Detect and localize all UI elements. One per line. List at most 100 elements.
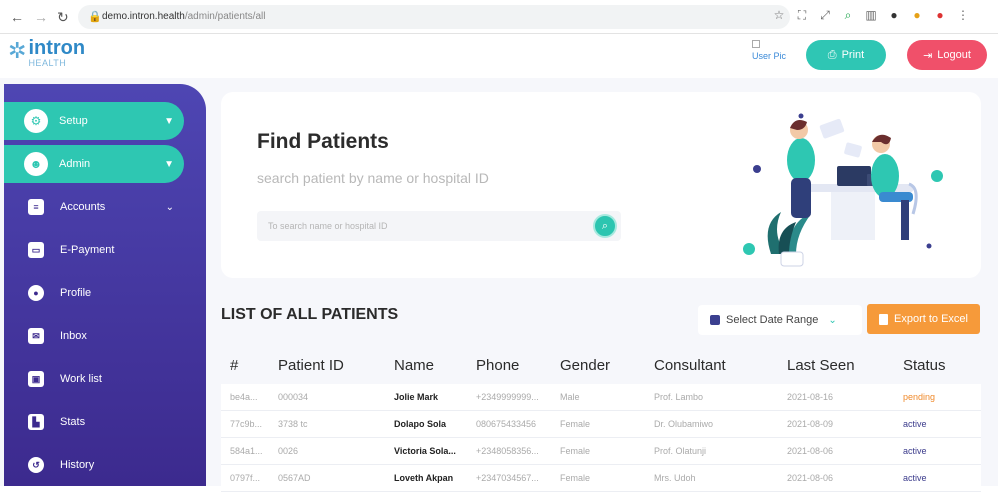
table-row[interactable]: 0797f... 0567AD Loveth Akpan +2347034567… bbox=[221, 465, 981, 492]
sidebar-item-accounts[interactable]: ≡ Accounts ⌄ bbox=[4, 188, 184, 226]
forward-icon[interactable]: → bbox=[34, 9, 48, 25]
column-header[interactable]: Phone bbox=[467, 357, 551, 374]
bookmark-star-icon[interactable]: ☆ bbox=[772, 8, 786, 23]
url-host: demo.intron.health bbox=[102, 11, 185, 22]
chevron-down-icon: ⌄ bbox=[165, 201, 174, 213]
search-button[interactable]: ⌕ bbox=[593, 214, 617, 238]
sidebar-item-label: E-Payment bbox=[60, 244, 115, 256]
menu-kebab-icon[interactable]: ⋮ bbox=[956, 8, 970, 23]
history-icon: ↺ bbox=[28, 457, 44, 473]
sidebar-item-label: Accounts bbox=[60, 201, 106, 213]
cell-name: Jolie Mark bbox=[394, 392, 439, 402]
column-header[interactable]: Name bbox=[385, 357, 467, 374]
bars-extension-icon[interactable]: ▥ bbox=[864, 8, 878, 23]
screenshot-icon[interactable]: ⛶ bbox=[795, 8, 809, 23]
sidebar-item-admin[interactable]: ☻ Admin ▼ bbox=[4, 145, 184, 183]
date-range-select[interactable]: Select Date Range ⌄ bbox=[698, 305, 862, 335]
cell-patient-id: 0026 bbox=[278, 446, 299, 456]
sidebar-item-label: Work list bbox=[60, 373, 102, 385]
find-subtitle: search patient by name or hospital ID bbox=[257, 170, 489, 186]
address-bar[interactable]: 🔒 demo.intron.health/admin/patients/all bbox=[78, 5, 790, 29]
file-icon bbox=[879, 313, 888, 325]
page-title: Find Patients bbox=[257, 130, 389, 153]
status-badge: pending bbox=[903, 392, 936, 402]
reload-icon[interactable]: ↻ bbox=[57, 9, 69, 26]
user-icon: ● bbox=[28, 285, 44, 301]
logout-button[interactable]: ⇥ Logout bbox=[907, 40, 987, 70]
broken-image-icon bbox=[752, 40, 760, 48]
chevron-down-icon: ▼ bbox=[164, 115, 174, 127]
sidebar-item-history[interactable]: ↺ History bbox=[4, 446, 184, 484]
cell-consultant: Mrs. Udoh bbox=[654, 473, 696, 483]
patients-table: # Patient ID Name Phone Gender Consultan… bbox=[221, 346, 981, 492]
sidebar-item-label: Setup bbox=[59, 115, 88, 127]
table-row[interactable]: be4a... 000034 Jolie Mark +2349999999...… bbox=[221, 384, 981, 411]
cell-last-seen: 2021-08-06 bbox=[787, 446, 834, 456]
column-header[interactable]: # bbox=[221, 357, 269, 374]
logout-label: Logout bbox=[937, 49, 971, 61]
cell-last-seen: 2021-08-16 bbox=[787, 392, 834, 402]
user-pic-alt: User Pic bbox=[752, 51, 787, 61]
column-header[interactable]: Status bbox=[894, 357, 981, 374]
sidebar-item-setup[interactable]: ⚙ Setup ▼ bbox=[4, 102, 184, 140]
status-badge: active bbox=[903, 419, 927, 429]
cell-consultant: Dr. Olubamiwo bbox=[654, 419, 714, 429]
table-row[interactable]: 584a1... 0026 Victoria Sola... +23480583… bbox=[221, 438, 981, 465]
cell-last-seen: 2021-08-09 bbox=[787, 419, 834, 429]
column-header[interactable]: Patient ID bbox=[269, 357, 385, 374]
chevron-down-icon: ⌄ bbox=[828, 314, 837, 326]
chart-icon: ▙ bbox=[28, 414, 44, 430]
column-header[interactable]: Last Seen bbox=[778, 357, 894, 374]
lock-icon: 🔒 bbox=[88, 11, 102, 23]
export-excel-button[interactable]: Export to Excel bbox=[867, 304, 980, 334]
sidebar-item-e-payment[interactable]: ▭ E-Payment bbox=[4, 231, 184, 269]
cell-name: Victoria Sola... bbox=[394, 446, 456, 456]
column-header[interactable]: Consultant bbox=[645, 357, 778, 374]
table-row[interactable]: 77c9b... 3738 tc Dolapo Sola 08067543345… bbox=[221, 411, 981, 438]
briefcase-icon: ▣ bbox=[28, 371, 44, 387]
search-extension-icon[interactable]: ⌕ bbox=[841, 8, 855, 23]
cell-phone: +2348058356... bbox=[476, 446, 539, 456]
sidebar-item-label: Admin bbox=[59, 158, 91, 170]
pinterest-extension-icon[interactable]: ● bbox=[933, 8, 947, 23]
logo-subtext: HEALTH bbox=[28, 58, 67, 68]
logo-mark-icon: ✲ bbox=[8, 38, 27, 63]
logo[interactable]: ✲ intron HEALTH bbox=[8, 38, 85, 68]
sidebar-item-profile[interactable]: ● Profile bbox=[4, 274, 184, 312]
cookie-extension-icon[interactable]: ● bbox=[910, 8, 924, 23]
cell-consultant: Prof. Lambo bbox=[654, 392, 704, 402]
print-button[interactable]: ⎙ Print bbox=[806, 40, 886, 70]
sidebar-item-inbox[interactable]: ✉ Inbox bbox=[4, 317, 184, 355]
user-pic[interactable]: User Pic bbox=[752, 40, 788, 62]
url-text: demo.intron.health/admin/patients/all bbox=[102, 11, 265, 22]
mail-icon: ✉ bbox=[28, 328, 44, 344]
extensions-bar: ☆ ⛶ ⤢ ⌕ ▥ ● ● ● ⋮ bbox=[772, 8, 970, 23]
dark-extension-icon[interactable]: ● bbox=[887, 8, 901, 23]
table-header: # Patient ID Name Phone Gender Consultan… bbox=[221, 346, 981, 384]
sidebar-item-work-list[interactable]: ▣ Work list bbox=[4, 360, 184, 398]
cell-gender: Female bbox=[560, 446, 591, 456]
cell-id: 0797f... bbox=[230, 473, 261, 483]
search-icon: ⌕ bbox=[601, 219, 609, 232]
cell-id: 77c9b... bbox=[230, 419, 263, 429]
cell-patient-id: 000034 bbox=[278, 392, 309, 402]
cell-gender: Female bbox=[560, 419, 591, 429]
sidebar-item-label: Stats bbox=[60, 416, 86, 428]
cell-gender: Female bbox=[560, 473, 591, 483]
sidebar-item-label: Inbox bbox=[60, 330, 87, 342]
search-input[interactable] bbox=[257, 211, 587, 241]
date-range-label: Select Date Range bbox=[726, 314, 819, 326]
app: ✲ intron HEALTH User Pic ⎙ Print ⇥ Logou… bbox=[0, 34, 998, 492]
cell-patient-id: 3738 tc bbox=[278, 419, 308, 429]
chevron-down-icon: ▼ bbox=[164, 158, 174, 170]
column-header[interactable]: Gender bbox=[551, 357, 645, 374]
search-box: ⌕ bbox=[257, 211, 621, 241]
sidebar-item-label: History bbox=[60, 459, 95, 471]
back-icon[interactable]: ← bbox=[10, 9, 24, 25]
status-badge: active bbox=[903, 473, 927, 483]
url-path: /admin/patients/all bbox=[184, 11, 266, 22]
fullscreen-icon[interactable]: ⤢ bbox=[818, 8, 832, 23]
printer-icon: ⎙ bbox=[827, 48, 837, 61]
sidebar-item-stats[interactable]: ▙ Stats bbox=[4, 403, 184, 441]
status-badge: active bbox=[903, 446, 927, 456]
